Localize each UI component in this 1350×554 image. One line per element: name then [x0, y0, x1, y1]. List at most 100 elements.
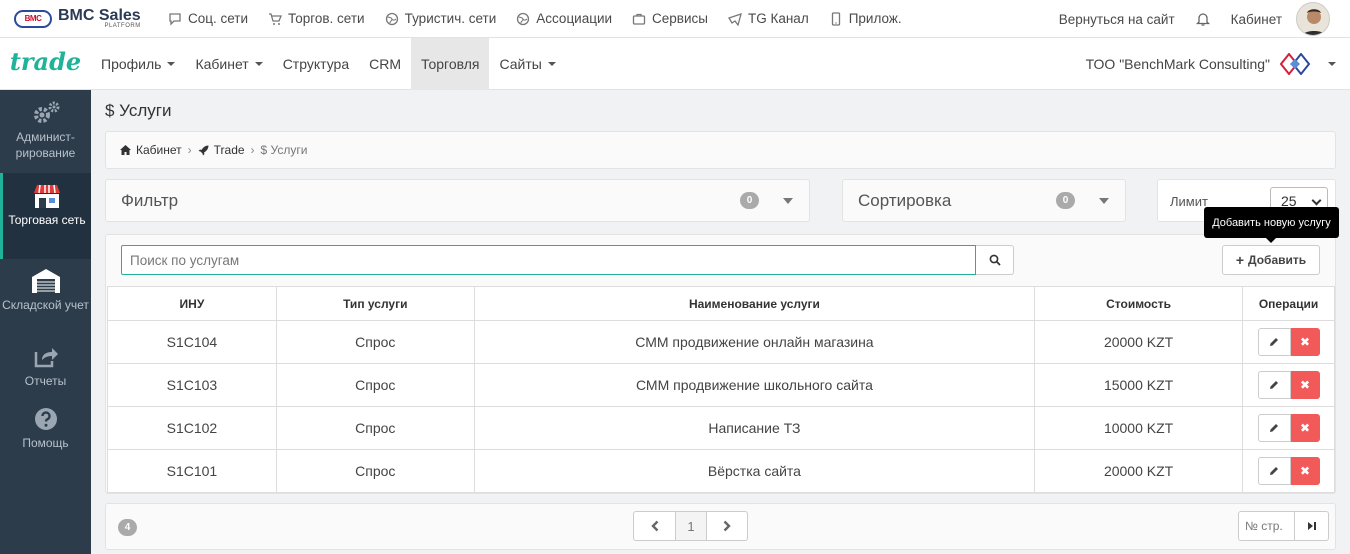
table-row: S1C101 Спрос Вёрстка сайта 20000 KZT ✖ [107, 449, 1335, 493]
cell-price: 15000 KZT [1034, 363, 1244, 407]
toplink-social[interactable]: Соц. сети [168, 11, 248, 26]
filter-panel[interactable]: Фильтр 0 [105, 179, 810, 222]
goto-page-input[interactable] [1238, 511, 1295, 541]
cell-name: Написание ТЗ [473, 406, 1036, 450]
table-header-row: ИНУ Тип услуги Наименование услуги Стоим… [107, 286, 1335, 321]
nav-cabinet[interactable]: Кабинет [185, 38, 272, 90]
globe-icon [516, 12, 530, 26]
cell-inu: S1C102 [107, 406, 277, 450]
mobile-icon [829, 11, 843, 26]
cell-type: Спрос [275, 406, 475, 450]
column-header-operations: Операции [1242, 286, 1335, 321]
nav-crm[interactable]: CRM [359, 38, 411, 90]
nav-profile[interactable]: Профиль [91, 38, 185, 90]
pencil-icon [1270, 381, 1278, 389]
plus-icon: + [1235, 252, 1245, 268]
edit-button[interactable] [1257, 457, 1291, 485]
breadcrumb-trade[interactable]: Trade [214, 143, 245, 157]
close-icon: ✖ [1299, 378, 1311, 392]
sort-title: Сортировка [858, 190, 952, 210]
filter-count-badge: 0 [740, 192, 759, 209]
back-to-site-link[interactable]: Вернуться на сайт [1059, 12, 1175, 27]
cell-type: Спрос [275, 449, 475, 493]
sidebar-item-help[interactable]: Помощь [0, 403, 91, 463]
column-header-inu[interactable]: ИНУ [107, 286, 277, 321]
filter-title: Фильтр [121, 190, 179, 210]
pencil-icon [1270, 467, 1278, 475]
delete-button[interactable]: ✖ [1290, 371, 1320, 399]
sidebar: Админист-рирование Торговая сеть Складск… [0, 90, 91, 554]
pencil-icon [1270, 338, 1278, 346]
cell-type: Спрос [275, 363, 475, 407]
total-count-badge: 4 [118, 519, 137, 536]
toplink-services[interactable]: Сервисы [632, 11, 708, 26]
bmc-logo[interactable]: BMC BMC Sales PLATFORM [14, 8, 156, 29]
add-service-button[interactable]: + Добавить [1222, 245, 1320, 275]
main-content: $ Услуги Кабинет › Trade › $ Услуги Филь… [91, 90, 1350, 554]
company-logo-icon [1279, 52, 1316, 76]
search-group [121, 245, 1014, 275]
sidebar-item-label: Складской учет [2, 298, 89, 312]
goto-page-button[interactable] [1295, 511, 1329, 541]
delete-button[interactable]: ✖ [1290, 414, 1320, 442]
caret-down-icon [1328, 62, 1336, 66]
edit-button[interactable] [1257, 414, 1291, 442]
gears-icon [0, 99, 91, 127]
caret-down-icon [167, 61, 176, 66]
top-links: Соц. сети Торгов. сети Туристич. сети Ас… [168, 11, 922, 26]
sidebar-item-warehouse[interactable]: Складской учет [0, 259, 91, 337]
bell-icon[interactable] [1195, 11, 1211, 27]
briefcase-icon [632, 12, 646, 26]
avatar[interactable] [1296, 2, 1330, 36]
edit-button[interactable] [1257, 328, 1291, 356]
pagination: 1 [633, 511, 748, 541]
breadcrumb-cabinet[interactable]: Кабинет [136, 143, 182, 157]
nav-structure[interactable]: Структура [273, 38, 359, 90]
cell-price: 20000 KZT [1034, 320, 1244, 364]
pencil-icon [1270, 424, 1278, 432]
toplink-trade-networks[interactable]: Торгов. сети [268, 11, 365, 26]
nav-sites[interactable]: Сайты [489, 38, 565, 90]
sidebar-item-reports[interactable]: Отчеты [0, 337, 91, 403]
page-number-button[interactable]: 1 [676, 511, 707, 541]
cell-inu: S1C101 [107, 449, 277, 493]
column-header-type[interactable]: Тип услуги [275, 286, 475, 321]
logo-badge: BMC [14, 9, 52, 28]
sidebar-item-trade-network[interactable]: Торговая сеть [0, 173, 91, 259]
nav-trade[interactable]: Торговля [411, 37, 490, 90]
toplink-tourism[interactable]: Туристич. сети [385, 11, 496, 26]
sort-panel[interactable]: Сортировка 0 [842, 179, 1126, 222]
goto-page-group [1238, 511, 1329, 541]
search-input[interactable] [121, 245, 976, 275]
services-panel: + Добавить ИНУ Тип услуги Наименование у… [105, 234, 1336, 494]
column-header-price[interactable]: Стоимость [1034, 286, 1244, 321]
cell-price: 10000 KZT [1034, 406, 1244, 450]
prev-page-button[interactable] [633, 511, 676, 541]
chevron-right-icon [723, 520, 731, 532]
toplink-apps[interactable]: Прилож. [829, 11, 902, 26]
cabinet-link[interactable]: Кабинет [1231, 12, 1282, 27]
toplink-associations[interactable]: Ассоциации [516, 11, 612, 26]
delete-button[interactable]: ✖ [1290, 328, 1320, 356]
close-icon: ✖ [1299, 335, 1311, 349]
breadcrumb-current: $ Услуги [260, 143, 308, 157]
chevron-right-icon: › [250, 143, 255, 157]
delete-button[interactable]: ✖ [1290, 457, 1320, 485]
search-button[interactable] [976, 245, 1014, 275]
warehouse-icon [0, 267, 91, 295]
sidebar-item-administration[interactable]: Админист-рирование [0, 90, 91, 173]
search-icon [989, 254, 1001, 266]
company-menu[interactable]: ТОО "BenchMark Consulting" [1086, 38, 1336, 90]
cell-inu: S1C104 [107, 320, 277, 364]
edit-button[interactable] [1257, 371, 1291, 399]
store-icon [3, 182, 91, 210]
column-header-name[interactable]: Наименование услуги [473, 286, 1036, 321]
close-icon: ✖ [1299, 464, 1311, 478]
company-name: ТОО "BenchMark Consulting" [1085, 56, 1270, 72]
caret-down-icon [1099, 198, 1109, 204]
brand-logo[interactable]: trade [0, 47, 91, 80]
toplink-tg-channel[interactable]: TG Канал [728, 11, 809, 26]
next-page-button[interactable] [707, 511, 748, 541]
table-row: S1C104 Спрос СММ продвижение онлайн мага… [107, 320, 1335, 364]
cart-icon [268, 12, 282, 26]
